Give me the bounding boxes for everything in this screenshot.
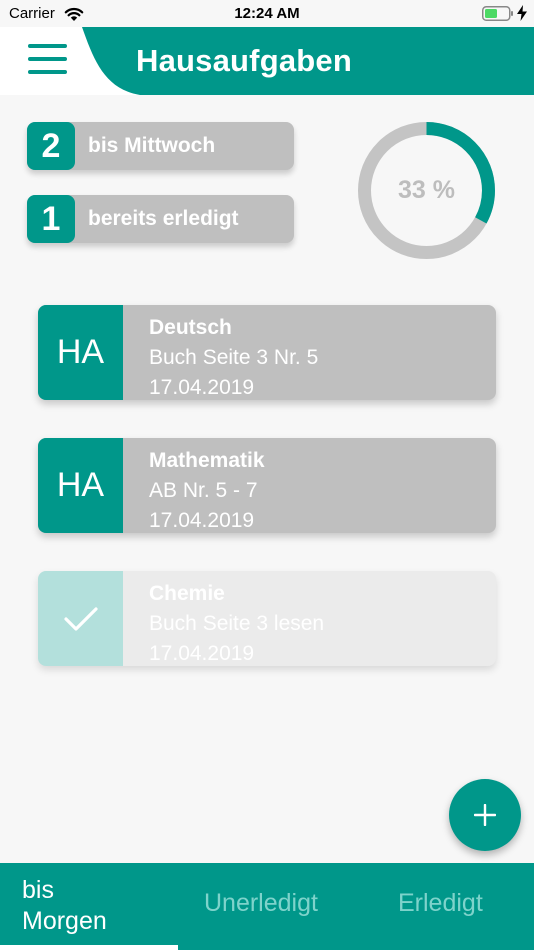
homework-details: Mathematik AB Nr. 5 - 7 17.04.2019 [149, 446, 265, 536]
homework-date: 17.04.2019 [149, 509, 255, 532]
menu-bar-middle [28, 57, 67, 61]
homework-badge: HA [38, 305, 123, 400]
battery-icon [482, 6, 513, 21]
tab-unerledigt[interactable]: Unerledigt [178, 863, 356, 950]
homework-card[interactable]: HA Mathematik AB Nr. 5 - 7 17.04.2019 [38, 438, 496, 533]
charging-bolt-icon [517, 5, 527, 21]
homework-task: AB Nr. 5 - 7 [149, 479, 258, 502]
tab-bis-morgen-label: bis Morgen [22, 875, 107, 937]
app-screen: Carrier 12:24 AM Hausaufgaben 2 bis Mitt… [0, 0, 534, 950]
menu-bar-bottom [28, 70, 67, 74]
summary-completed-card: 1 bereits erledigt [27, 195, 294, 243]
tab-erledigt-label: Erledigt [398, 889, 483, 917]
progress-percent: 33 % [398, 176, 455, 204]
homework-done-badge [38, 571, 123, 666]
plus-icon [474, 804, 496, 826]
summary-completed-label: bereits erledigt [88, 207, 239, 230]
add-homework-button[interactable] [449, 779, 521, 851]
homework-subject: Mathematik [149, 449, 265, 472]
menu-button[interactable] [18, 41, 76, 81]
summary-due-label: bis Mittwoch [88, 134, 216, 157]
homework-details: Chemie Buch Seite 3 lesen 17.04.2019 [149, 579, 324, 669]
homework-date: 17.04.2019 [149, 642, 255, 665]
homework-subject: Chemie [149, 582, 225, 605]
homework-task: Buch Seite 3 lesen [149, 612, 325, 635]
tab-label-line-1: bis [22, 876, 54, 904]
homework-badge: HA [38, 438, 123, 533]
status-bar: Carrier 12:24 AM [0, 0, 534, 28]
homework-task: Buch Seite 3 Nr. 5 [149, 346, 319, 369]
summary-completed-count: 1 [27, 195, 75, 243]
summary-due-card: 2 bis Mittwoch [27, 122, 294, 170]
bottom-tab-bar: bis Morgen Unerledigt Erledigt [0, 863, 534, 950]
tab-label-line-2: Morgen [22, 907, 107, 935]
app-header: Hausaufgaben [0, 27, 534, 95]
homework-details: Deutsch Buch Seite 3 Nr. 5 17.04.2019 [149, 313, 318, 403]
homework-card-done[interactable]: Chemie Buch Seite 3 lesen 17.04.2019 [38, 571, 496, 666]
clock: 12:24 AM [234, 5, 300, 22]
hamburger-menu-icon [28, 44, 67, 48]
tab-bis-morgen[interactable]: bis Morgen [0, 863, 178, 950]
summary-due-count: 2 [27, 122, 75, 170]
homework-subject: Deutsch [149, 316, 232, 339]
tab-unerledigt-label: Unerledigt [204, 889, 318, 917]
active-tab-indicator [0, 945, 178, 950]
tab-erledigt[interactable]: Erledigt [356, 863, 534, 950]
check-icon [63, 606, 98, 631]
homework-card[interactable]: HA Deutsch Buch Seite 3 Nr. 5 17.04.2019 [38, 305, 496, 400]
homework-date: 17.04.2019 [149, 376, 255, 399]
page-title: Hausaufgaben [136, 43, 352, 78]
